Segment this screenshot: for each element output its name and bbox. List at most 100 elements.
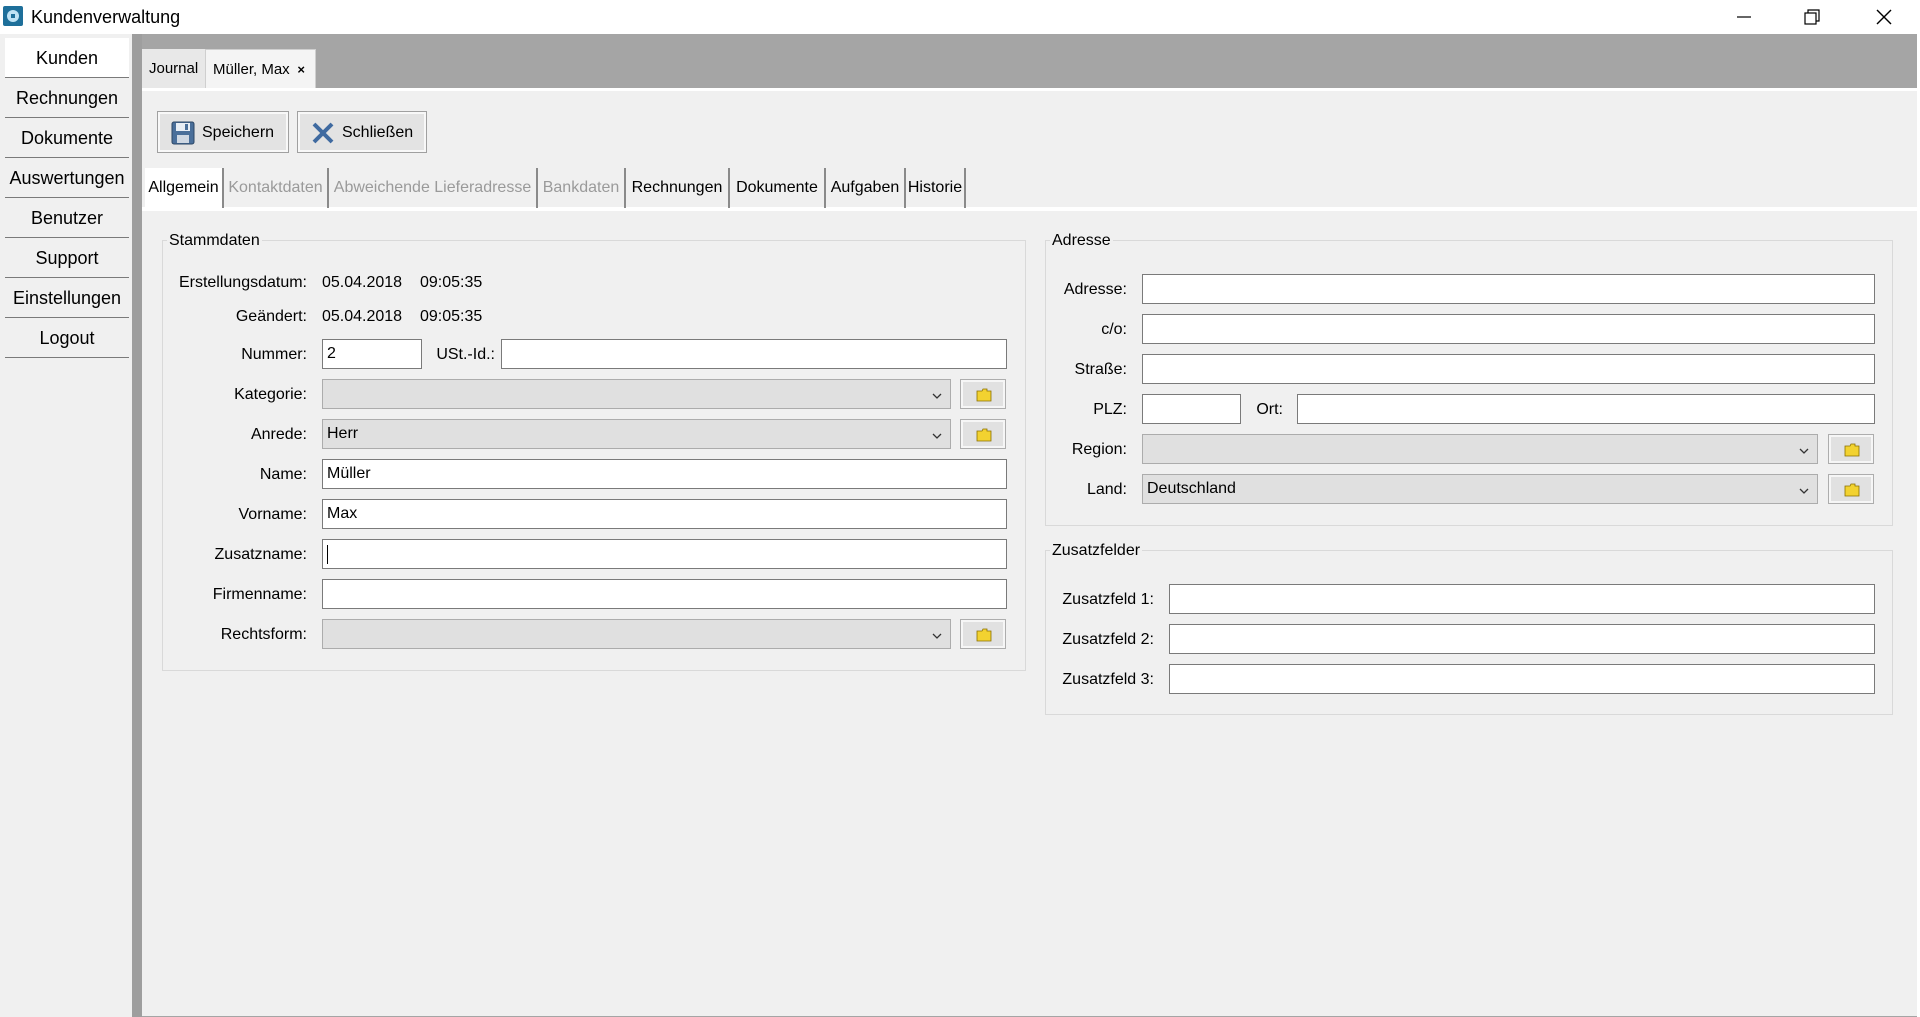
zusatzfeld-3-field[interactable] xyxy=(1169,664,1875,694)
chevron-down-icon xyxy=(1799,488,1809,494)
left-navigation: Kunden Rechnungen Dokumente Auswertungen… xyxy=(0,34,132,1017)
zusatzfelder-title: Zusatzfelder xyxy=(1050,542,1143,560)
stammdaten-title: Stammdaten xyxy=(167,232,262,250)
window-titlebar: Kundenverwaltung xyxy=(0,0,1920,34)
co-field[interactable] xyxy=(1142,314,1875,344)
land-lookup-button[interactable] xyxy=(1828,474,1874,504)
ustid-field[interactable] xyxy=(501,339,1007,369)
chevron-down-icon xyxy=(932,633,942,639)
close-button[interactable]: Schließen xyxy=(297,111,427,153)
zusatzfeld-2-label: Zusatzfeld 2: xyxy=(1062,631,1154,648)
region-lookup-button[interactable] xyxy=(1828,434,1874,464)
tab-kontaktdaten[interactable]: Kontaktdaten xyxy=(224,168,329,208)
zusatzfeld-2-field[interactable] xyxy=(1169,624,1875,654)
region-label: Region: xyxy=(1071,441,1127,458)
anrede-value: Herr xyxy=(327,425,359,442)
tab-rechnungen[interactable]: Rechnungen xyxy=(626,168,730,208)
restore-button[interactable] xyxy=(1784,0,1840,34)
doc-tab-customer[interactable]: Müller, Max × xyxy=(205,49,316,88)
tab-abweichende-lieferadresse[interactable]: Abweichende Lieferadresse xyxy=(329,168,538,208)
firmenname-label: Firmenname: xyxy=(212,586,307,603)
created-date: 05.04.2018 xyxy=(322,274,403,291)
nummer-label: Nummer: xyxy=(241,346,307,363)
nav-item-rechnungen[interactable]: Rechnungen xyxy=(5,78,129,118)
rechtsform-label: Rechtsform: xyxy=(220,626,307,643)
kategorie-label: Kategorie: xyxy=(234,386,307,403)
doc-tab-journal-label: Journal xyxy=(149,60,199,77)
co-label: c/o: xyxy=(1101,321,1127,338)
name-field[interactable]: Müller xyxy=(322,459,1007,489)
vorname-label: Vorname: xyxy=(238,506,307,523)
nav-item-benutzer[interactable]: Benutzer xyxy=(5,198,129,238)
anrede-label: Anrede: xyxy=(250,426,307,443)
text-cursor xyxy=(327,545,328,564)
window-title: Kundenverwaltung xyxy=(31,7,181,27)
floppy-disk-icon xyxy=(171,121,195,145)
anrede-lookup-button[interactable] xyxy=(960,419,1006,449)
tab-allgemein[interactable]: Allgemein xyxy=(145,168,224,208)
nav-item-einstellungen[interactable]: Einstellungen xyxy=(5,278,129,318)
changed-date: 05.04.2018 xyxy=(322,308,403,325)
ort-field[interactable] xyxy=(1297,394,1875,424)
zusatzfeld-3-label: Zusatzfeld 3: xyxy=(1062,671,1154,688)
created-time: 09:05:35 xyxy=(420,274,483,291)
land-select[interactable]: Deutschland xyxy=(1142,474,1818,504)
strasse-field[interactable] xyxy=(1142,354,1875,384)
nav-item-kunden[interactable]: Kunden xyxy=(5,38,129,78)
rechtsform-select[interactable] xyxy=(322,619,951,649)
zusatzname-label: Zusatzname: xyxy=(214,546,307,563)
created-label: Erstellungsdatum: xyxy=(178,274,307,291)
zusatzfeld-1-field[interactable] xyxy=(1169,584,1875,614)
panel-splitter[interactable] xyxy=(132,34,142,1017)
name-label: Name: xyxy=(259,466,307,483)
doc-tab-customer-label: Müller, Max xyxy=(213,61,290,78)
minimize-icon xyxy=(1737,16,1751,18)
save-button[interactable]: Speichern xyxy=(157,111,289,153)
adresse-field[interactable] xyxy=(1142,274,1875,304)
firmenname-field[interactable] xyxy=(322,579,1007,609)
plz-field[interactable] xyxy=(1142,394,1241,424)
tab-close-icon[interactable]: × xyxy=(297,50,305,89)
ustid-label: USt.-Id.: xyxy=(436,346,495,363)
doc-tab-journal[interactable]: Journal xyxy=(142,49,205,88)
restore-icon xyxy=(1804,9,1820,25)
vorname-field[interactable]: Max xyxy=(322,499,1007,529)
close-icon xyxy=(1876,9,1892,25)
region-select[interactable] xyxy=(1142,434,1818,464)
changed-time: 09:05:35 xyxy=(420,308,483,325)
folder-icon xyxy=(1844,483,1860,497)
land-value: Deutschland xyxy=(1147,480,1236,497)
minimize-button[interactable] xyxy=(1716,0,1772,34)
chevron-down-icon xyxy=(932,393,942,399)
rechtsform-lookup-button[interactable] xyxy=(960,619,1006,649)
nummer-field[interactable]: 2 xyxy=(322,339,422,369)
chevron-down-icon xyxy=(1799,448,1809,454)
close-window-button[interactable] xyxy=(1856,0,1912,34)
adresse-label: Adresse: xyxy=(1063,281,1127,298)
folder-icon xyxy=(976,388,992,402)
nav-item-auswertungen[interactable]: Auswertungen xyxy=(5,158,129,198)
nav-item-support[interactable]: Support xyxy=(5,238,129,278)
tab-bankdaten[interactable]: Bankdaten xyxy=(538,168,626,208)
zusatzname-field[interactable] xyxy=(322,539,1007,569)
plz-label: PLZ: xyxy=(1093,401,1127,418)
changed-label: Geändert: xyxy=(235,308,307,325)
tab-aufgaben[interactable]: Aufgaben xyxy=(826,168,906,208)
tab-dokumente[interactable]: Dokumente xyxy=(730,168,826,208)
chevron-down-icon xyxy=(932,433,942,439)
land-label: Land: xyxy=(1086,481,1127,498)
x-close-icon xyxy=(312,122,334,144)
save-button-label: Speichern xyxy=(202,124,275,141)
adresse-title: Adresse xyxy=(1050,232,1113,250)
anrede-select[interactable]: Herr xyxy=(322,419,951,449)
zusatzfeld-1-label: Zusatzfeld 1: xyxy=(1062,591,1154,608)
kategorie-lookup-button[interactable] xyxy=(960,379,1006,409)
app-icon xyxy=(3,6,23,26)
kategorie-select[interactable] xyxy=(322,379,951,409)
close-button-label: Schließen xyxy=(342,124,414,141)
folder-icon xyxy=(976,428,992,442)
nav-item-logout[interactable]: Logout xyxy=(5,318,129,358)
nav-item-dokumente[interactable]: Dokumente xyxy=(5,118,129,158)
tab-historie[interactable]: Historie xyxy=(906,168,966,208)
ort-label: Ort: xyxy=(1256,401,1283,418)
